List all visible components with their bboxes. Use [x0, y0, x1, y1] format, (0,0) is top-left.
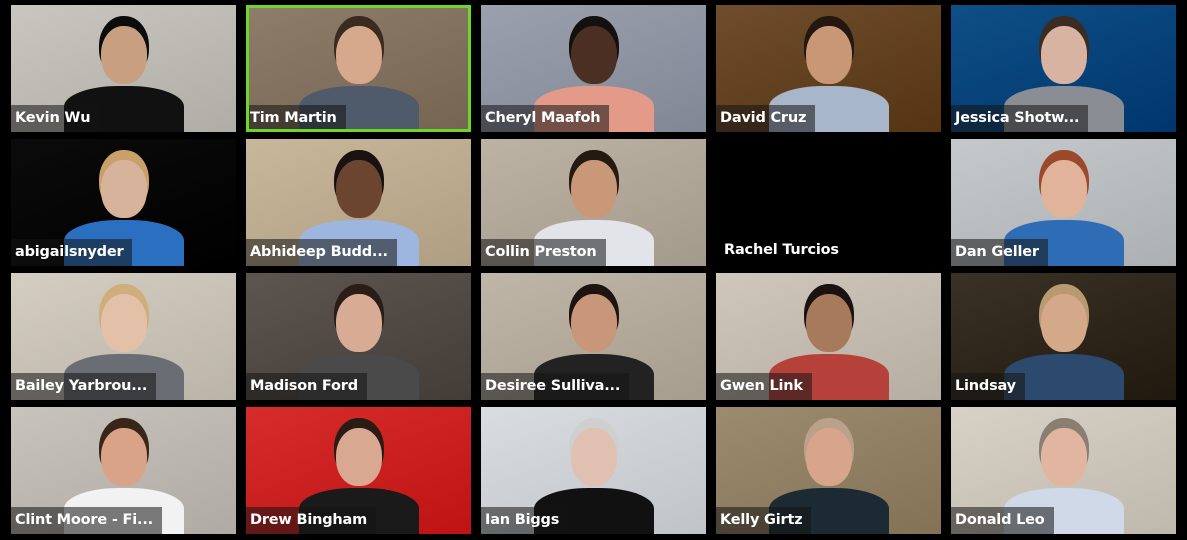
head [335, 26, 382, 84]
participant-name-label: David Cruz [716, 105, 816, 132]
participant-tile-5[interactable]: Jessica Shotw... [951, 5, 1176, 132]
participant-name-label: Donald Leo [951, 507, 1054, 534]
participant-tile-6[interactable]: abigailsnyder [11, 139, 236, 266]
head [1040, 26, 1087, 84]
participant-tile-17[interactable]: Drew Bingham [246, 407, 471, 534]
participant-name-label: Gwen Link [716, 373, 812, 400]
head [335, 160, 382, 218]
participant-name-label: abigailsnyder [11, 239, 133, 266]
participant-tile-7[interactable]: Abhideep Budd... [246, 139, 471, 266]
head [570, 294, 617, 352]
participant-tile-2[interactable]: Tim Martin [246, 5, 471, 132]
participant-name-label: Ian Biggs [481, 507, 569, 534]
participant-name-label: Dan Geller [951, 239, 1048, 266]
participant-name-label: Desiree Sulliva... [481, 373, 630, 400]
participant-name-label: Abhideep Budd... [246, 239, 397, 266]
participant-tile-12[interactable]: Madison Ford [246, 273, 471, 400]
participant-name-label: Tim Martin [246, 105, 346, 132]
participant-name-label: Collin Preston [481, 239, 606, 266]
participant-tile-14[interactable]: Gwen Link [716, 273, 941, 400]
participant-tile-19[interactable]: Kelly Girtz [716, 407, 941, 534]
head [100, 26, 147, 84]
participant-name-label: Jessica Shotw... [951, 105, 1089, 132]
head [100, 160, 147, 218]
participant-tile-10[interactable]: Dan Geller [951, 139, 1176, 266]
head [805, 26, 852, 84]
head [805, 294, 852, 352]
participant-name-label: Bailey Yarbrou... [11, 373, 157, 400]
participant-tile-13[interactable]: Desiree Sulliva... [481, 273, 706, 400]
head [1040, 428, 1087, 486]
head [100, 428, 147, 486]
head [570, 160, 617, 218]
head [335, 428, 382, 486]
participant-tile-8[interactable]: Collin Preston [481, 139, 706, 266]
head [335, 294, 382, 352]
participant-tile-11[interactable]: Bailey Yarbrou... [11, 273, 236, 400]
participant-tile-20[interactable]: Donald Leo [951, 407, 1176, 534]
head [570, 26, 617, 84]
head [100, 294, 147, 352]
head [570, 428, 617, 486]
participant-name-label: Clint Moore - Fi... [11, 507, 162, 534]
participant-name-label: Lindsay [951, 373, 1025, 400]
participant-name-label: Madison Ford [246, 373, 367, 400]
participant-name-label: Kevin Wu [11, 105, 100, 132]
participant-tile-18[interactable]: Ian Biggs [481, 407, 706, 534]
participant-tile-1[interactable]: Kevin Wu [11, 5, 236, 132]
participant-tile-9[interactable]: Rachel Turcios [716, 139, 941, 266]
participant-tile-15[interactable]: Lindsay [951, 273, 1176, 400]
participant-tile-16[interactable]: Clint Moore - Fi... [11, 407, 236, 534]
participant-name-label: Rachel Turcios [724, 242, 839, 258]
participant-name-label: Kelly Girtz [716, 507, 812, 534]
head [1040, 160, 1087, 218]
head [805, 428, 852, 486]
gallery-grid: Kevin Wu Tim Martin Cheryl Maafoh David … [11, 5, 1176, 534]
participant-tile-3[interactable]: Cheryl Maafoh [481, 5, 706, 132]
participant-name-label: Cheryl Maafoh [481, 105, 610, 132]
participant-name-label: Drew Bingham [246, 507, 377, 534]
participant-tile-4[interactable]: David Cruz [716, 5, 941, 132]
head [1040, 294, 1087, 352]
